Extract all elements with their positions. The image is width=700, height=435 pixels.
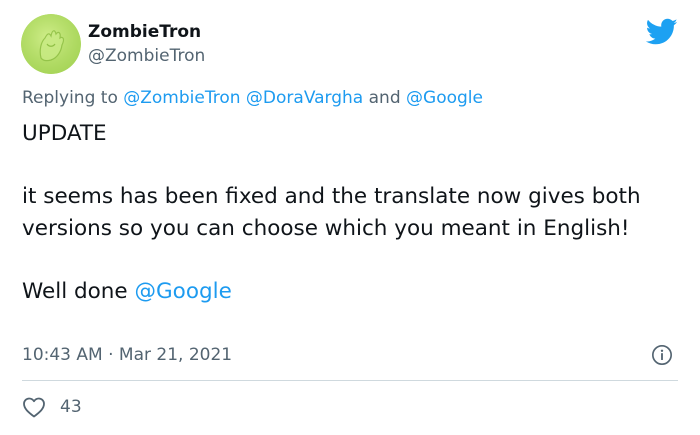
green-hand-avatar-icon <box>21 14 81 74</box>
info-icon[interactable] <box>651 344 673 366</box>
reply-conjunction: and <box>368 88 401 108</box>
reply-prefix: Replying to <box>22 88 118 108</box>
tweet-date: Mar 21, 2021 <box>118 345 233 365</box>
heart-icon <box>23 397 45 418</box>
tweet-update-line: UPDATE <box>22 121 107 146</box>
author-display-name[interactable]: ZombieTron <box>88 22 205 42</box>
twitter-bird-icon[interactable] <box>646 18 678 46</box>
tweet-closing: Well done @Google <box>22 276 682 308</box>
timestamp-separator: · <box>108 345 114 365</box>
tweet-mention-google[interactable]: @Google <box>135 279 232 304</box>
author-handle[interactable]: @ZombieTron <box>88 46 205 66</box>
reply-context: Replying to @ZombieTron @DoraVargha and … <box>22 87 483 109</box>
like-count: 43 <box>60 397 82 417</box>
tweet-timestamp[interactable]: 10:43 AM · Mar 21, 2021 <box>22 344 232 366</box>
author-info: ZombieTron @ZombieTron <box>88 22 205 66</box>
reply-mention-google[interactable]: @Google <box>406 88 483 108</box>
like-button[interactable]: 43 <box>22 396 82 418</box>
tweet-time: 10:43 AM <box>22 345 103 365</box>
tweet-paragraph: it seems has been fixed and the translat… <box>22 184 641 241</box>
reply-mention-doravargha[interactable]: @DoraVargha <box>246 88 363 108</box>
tweet-card: ZombieTron @ZombieTron Replying to @Zomb… <box>0 0 700 435</box>
divider <box>22 380 678 381</box>
tweet-closing-text: Well done <box>22 278 128 304</box>
tweet-body: UPDATE it seems has been fixed and the t… <box>22 118 682 307</box>
reply-mention-zombietron[interactable]: @ZombieTron <box>123 88 240 108</box>
avatar[interactable] <box>21 14 81 74</box>
